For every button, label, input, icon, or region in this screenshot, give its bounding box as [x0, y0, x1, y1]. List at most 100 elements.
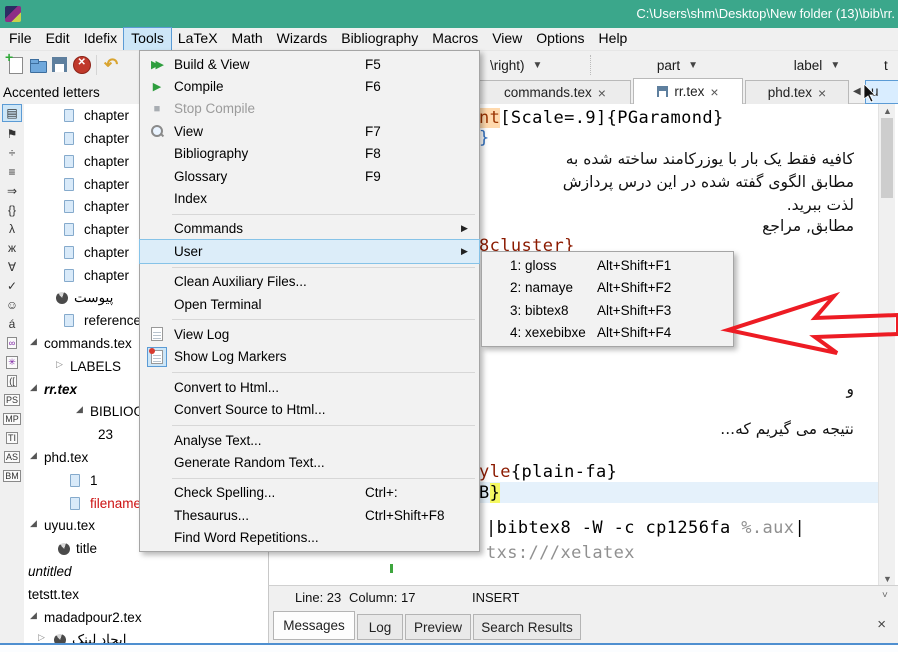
- infinity-icon[interactable]: ∞: [2, 334, 22, 352]
- menu-idefix[interactable]: Idefix: [77, 28, 124, 50]
- menu-options[interactable]: Options: [529, 28, 591, 50]
- tab-search-results[interactable]: Search Results: [473, 614, 581, 640]
- menu-separator: [140, 315, 479, 323]
- panel-splitter[interactable]: [0, 643, 898, 652]
- label-combo[interactable]: label▼: [764, 54, 870, 76]
- clipped-combo[interactable]: t: [884, 54, 888, 76]
- delimiters-icon[interactable]: ([: [2, 372, 22, 390]
- asymptote-icon[interactable]: AS: [2, 448, 22, 466]
- menu-separator: [140, 421, 479, 429]
- menu-item-view-log[interactable]: View Log: [140, 323, 479, 345]
- menu-item-thesaurus[interactable]: Thesaurus...Ctrl+Shift+F8: [140, 504, 479, 526]
- check-icon[interactable]: ✓: [2, 277, 22, 295]
- menu-math[interactable]: Math: [225, 28, 270, 50]
- relations-icon[interactable]: ≡: [2, 163, 22, 181]
- status-bar: Line: 23 Column: 17 INSERT ˅: [268, 585, 898, 608]
- structure-icon[interactable]: ▤: [2, 104, 22, 122]
- chevron-down-icon: ▼: [830, 60, 840, 71]
- sectioning-combo[interactable]: part▼: [600, 54, 755, 76]
- menu-item-compile[interactable]: ▶CompileF6: [140, 75, 479, 97]
- menu-item-clean-auxiliary[interactable]: Clean Auxiliary Files...: [140, 271, 479, 293]
- menu-bibliography[interactable]: Bibliography: [334, 28, 425, 50]
- spell-marker: [390, 564, 393, 573]
- tab-commands-tex[interactable]: commands.tex×: [479, 80, 631, 104]
- log-markers-icon: [140, 347, 174, 367]
- menu-item-analyse-text[interactable]: Analyse Text...: [140, 429, 479, 451]
- menu-item-user[interactable]: User▶: [140, 240, 479, 262]
- menu-separator: [140, 474, 479, 482]
- right-delimiter-combo[interactable]: \right)▼: [484, 54, 580, 76]
- greek-icon[interactable]: λ: [2, 220, 22, 238]
- title-bar: C:\Users\shm\Desktop\New folder (13)\bib…: [0, 0, 898, 28]
- smiley-icon[interactable]: ☺: [2, 296, 22, 314]
- scroll-up-icon[interactable]: ▲: [883, 106, 892, 116]
- scroll-down-icon[interactable]: ▼: [883, 574, 892, 584]
- accented-icon[interactable]: á: [2, 315, 22, 333]
- tab-rr-tex[interactable]: rr.tex×: [633, 78, 743, 104]
- arrows-icon[interactable]: ⇒: [2, 182, 22, 200]
- scroll-down-icon[interactable]: ˅: [882, 590, 888, 601]
- menu-help[interactable]: Help: [592, 28, 635, 50]
- close-icon[interactable]: [72, 55, 92, 75]
- menu-file[interactable]: File: [2, 28, 39, 50]
- menu-item-find-word-repetitions[interactable]: Find Word Repetitions...: [140, 526, 479, 548]
- menu-item-convert-source-to-html[interactable]: Convert Source to Html...: [140, 398, 479, 420]
- division-icon[interactable]: ÷: [2, 144, 22, 162]
- chevron-down-icon: ▼: [533, 60, 543, 71]
- beamer-icon[interactable]: BM: [2, 467, 22, 485]
- scrollbar-thumb[interactable]: [881, 118, 893, 198]
- menu-item-check-spelling[interactable]: Check Spelling...Ctrl+:: [140, 482, 479, 504]
- menu-item-open-terminal[interactable]: Open Terminal: [140, 293, 479, 315]
- menu-macros[interactable]: Macros: [425, 28, 485, 50]
- submenu-item-namaye[interactable]: 2: namayeAlt+Shift+F2: [482, 277, 733, 300]
- tree-item-tetstt-tex[interactable]: tetstt.tex: [24, 584, 268, 606]
- submenu-item-gloss[interactable]: 1: glossAlt+Shift+F1: [482, 254, 733, 277]
- save-icon[interactable]: [50, 55, 70, 75]
- menu-item-build-view[interactable]: ▶▶Build & ViewF5: [140, 53, 479, 75]
- menu-item-commands[interactable]: Commands▶: [140, 218, 479, 240]
- menu-latex[interactable]: LaTeX: [171, 28, 225, 50]
- menu-wizards[interactable]: Wizards: [270, 28, 335, 50]
- menu-item-index[interactable]: Index: [140, 187, 479, 209]
- tree-item-madadpour2-tex[interactable]: ◢madadpour2.tex: [24, 607, 268, 629]
- operators-icon[interactable]: ∀: [2, 258, 22, 276]
- postscript-icon[interactable]: PS: [2, 391, 22, 409]
- cyrillic-icon[interactable]: ж: [2, 239, 22, 257]
- new-document-icon[interactable]: [6, 55, 26, 75]
- menu-item-glossary[interactable]: GlossaryF9: [140, 165, 479, 187]
- open-file-icon[interactable]: [28, 55, 48, 75]
- tab-preview[interactable]: Preview: [405, 614, 471, 640]
- tikz-icon[interactable]: TI: [2, 429, 22, 447]
- menu-tools[interactable]: Tools: [124, 28, 171, 50]
- code-line-11: B}: [479, 483, 500, 503]
- menu-item-generate-random-text[interactable]: Generate Random Text...: [140, 451, 479, 473]
- close-panel-icon[interactable]: ×: [877, 616, 886, 633]
- menu-item-bibliography[interactable]: BibliographyF8: [140, 143, 479, 165]
- tab-phd-tex[interactable]: phd.tex×: [745, 80, 849, 104]
- submenu-item-xexebibxe[interactable]: 4: xexebibxeAlt+Shift+F4: [482, 322, 733, 345]
- menu-item-show-log-markers[interactable]: Show Log Markers: [140, 346, 479, 368]
- close-icon[interactable]: ×: [818, 85, 826, 101]
- submenu-item-bibtex8[interactable]: 3: bibtex8Alt+Shift+F3: [482, 299, 733, 322]
- metapost-icon[interactable]: MP: [2, 410, 22, 428]
- menu-view[interactable]: View: [485, 28, 529, 50]
- brackets-icon[interactable]: {}: [2, 201, 22, 219]
- tab-uyuu-tex-partial[interactable]: u: [865, 80, 898, 104]
- close-icon[interactable]: ×: [710, 84, 718, 100]
- asterisk-icon[interactable]: ✳: [2, 353, 22, 371]
- menu-item-convert-to-html[interactable]: Convert to Html...: [140, 376, 479, 398]
- tab-messages[interactable]: Messages: [273, 611, 355, 640]
- tree-item-untitled[interactable]: untitled: [24, 561, 268, 583]
- editor-vscrollbar[interactable]: ▲ ▼: [878, 104, 895, 586]
- close-icon[interactable]: ×: [598, 85, 606, 101]
- undo-icon[interactable]: ↶: [104, 55, 124, 75]
- status-column: Column: 17: [349, 590, 415, 605]
- tab-log[interactable]: Log: [357, 614, 403, 640]
- tab-scroll-left-icon[interactable]: ◀: [853, 86, 861, 97]
- chevron-down-icon: ▼: [688, 60, 698, 71]
- menu-separator: [140, 368, 479, 376]
- menu-edit[interactable]: Edit: [39, 28, 77, 50]
- menu-item-view[interactable]: ViewF7: [140, 120, 479, 142]
- bookmarks-icon[interactable]: ⚑: [2, 125, 22, 143]
- persian-line-5: و: [847, 380, 855, 398]
